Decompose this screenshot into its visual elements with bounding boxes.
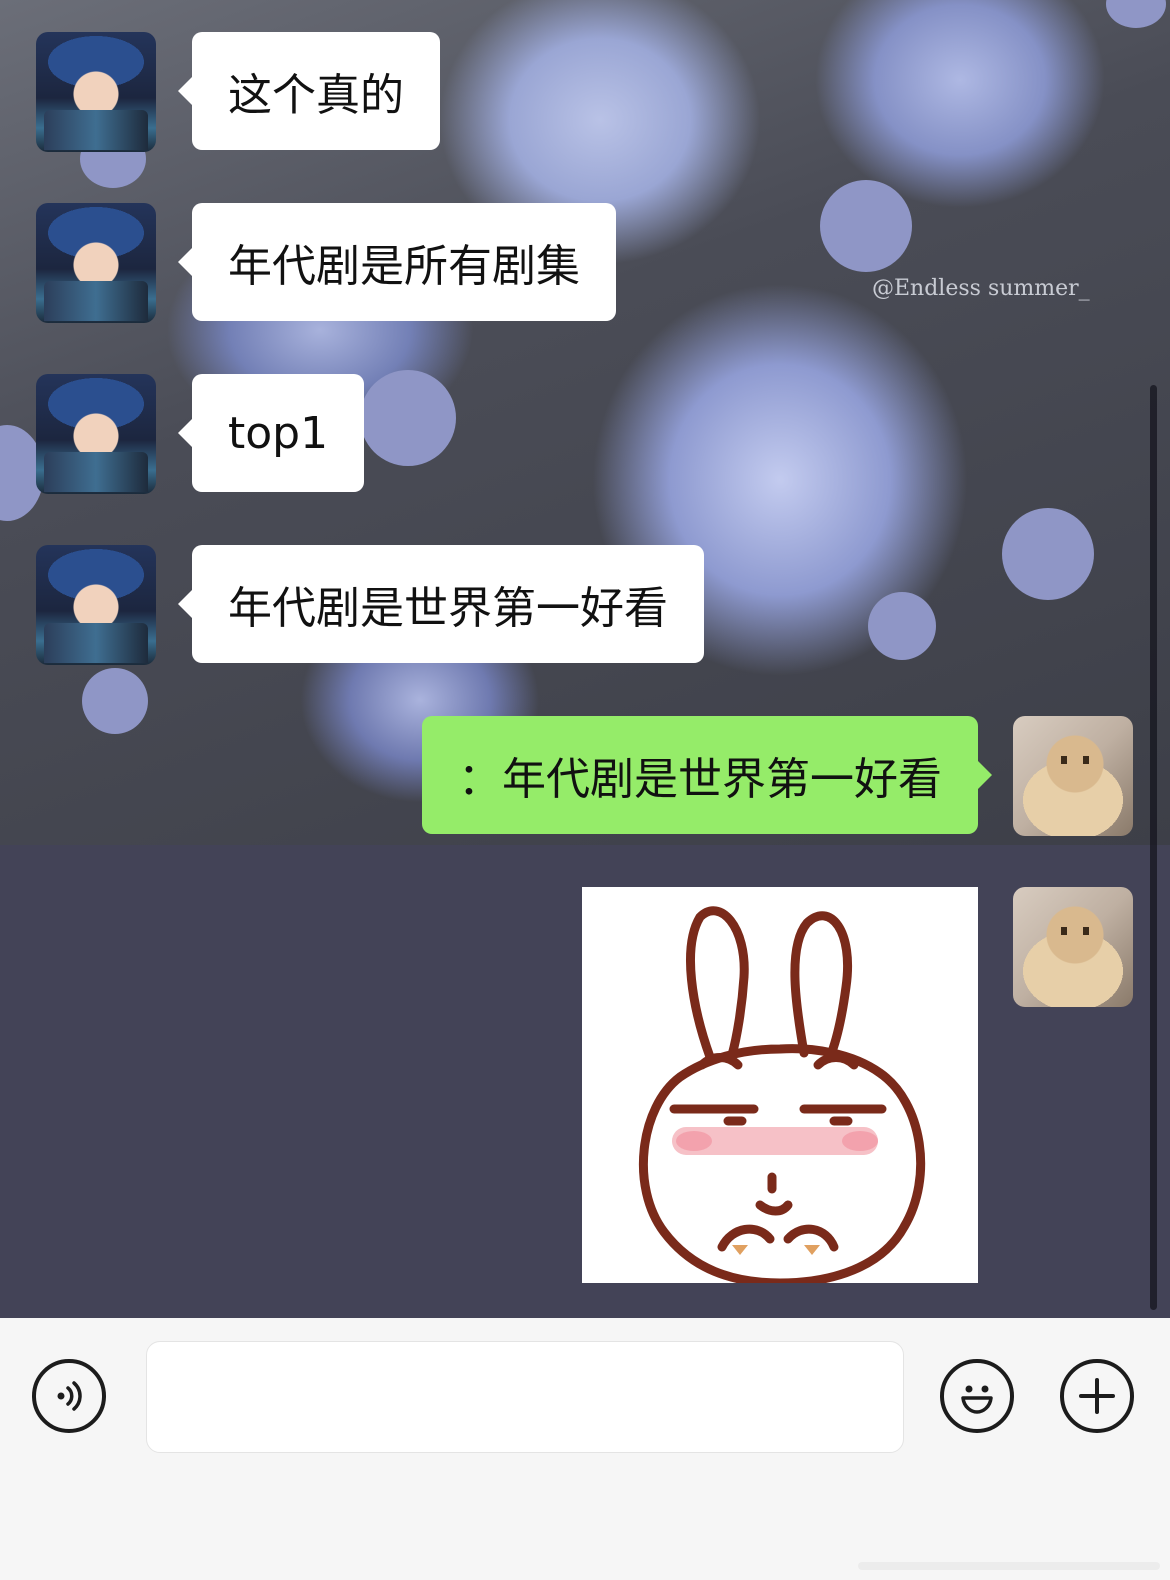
emoji-icon [961,1385,993,1414]
friend-avatar[interactable] [36,374,156,494]
my-avatar[interactable] [1013,716,1133,836]
message-bubble[interactable]: 这个真的 [178,32,440,150]
wallpaper-watermark: @Endless summer_ [872,276,1090,301]
message-text: 年代剧是所有剧集 [228,241,580,292]
message-bubble-outgoing[interactable]: ：年代剧是世界第一好看 [422,716,992,834]
voice-icon [57,1381,82,1411]
decor-dot [868,592,936,660]
decor-dot [820,180,912,272]
message-input[interactable] [146,1341,904,1453]
emoji-button[interactable] [940,1359,1014,1433]
decor-dot [360,370,456,466]
message-bubble[interactable]: 年代剧是所有剧集 [178,203,616,321]
message-bubble[interactable]: top1 [177,374,365,492]
plus-icon [1079,1378,1115,1414]
my-avatar[interactable] [1013,887,1133,1007]
message-text: top1 [228,407,329,459]
friend-avatar[interactable] [36,545,156,665]
message-text: 这个真的 [228,70,404,121]
message-text: 年代剧是世界第一好看 [228,583,668,634]
friend-avatar[interactable] [36,32,156,152]
chat-scrollbar[interactable] [1150,385,1157,1310]
message-bubble[interactable]: 年代剧是世界第一好看 [178,545,704,663]
home-indicator [858,1562,1160,1570]
rabbit-smug-sticker[interactable] [582,887,978,1283]
more-button[interactable] [1060,1359,1134,1433]
decor-dot [82,668,148,734]
decor-dot [1002,508,1094,600]
voice-button[interactable] [32,1359,106,1433]
friend-avatar[interactable] [36,203,156,323]
message-text: ：年代剧是世界第一好看 [458,754,942,805]
chat-area[interactable]: @Endless summer_ 这个真的 年代剧是所有剧集 top1 年代剧是… [0,0,1170,1318]
rabbit-sticker-image [638,906,926,1283]
